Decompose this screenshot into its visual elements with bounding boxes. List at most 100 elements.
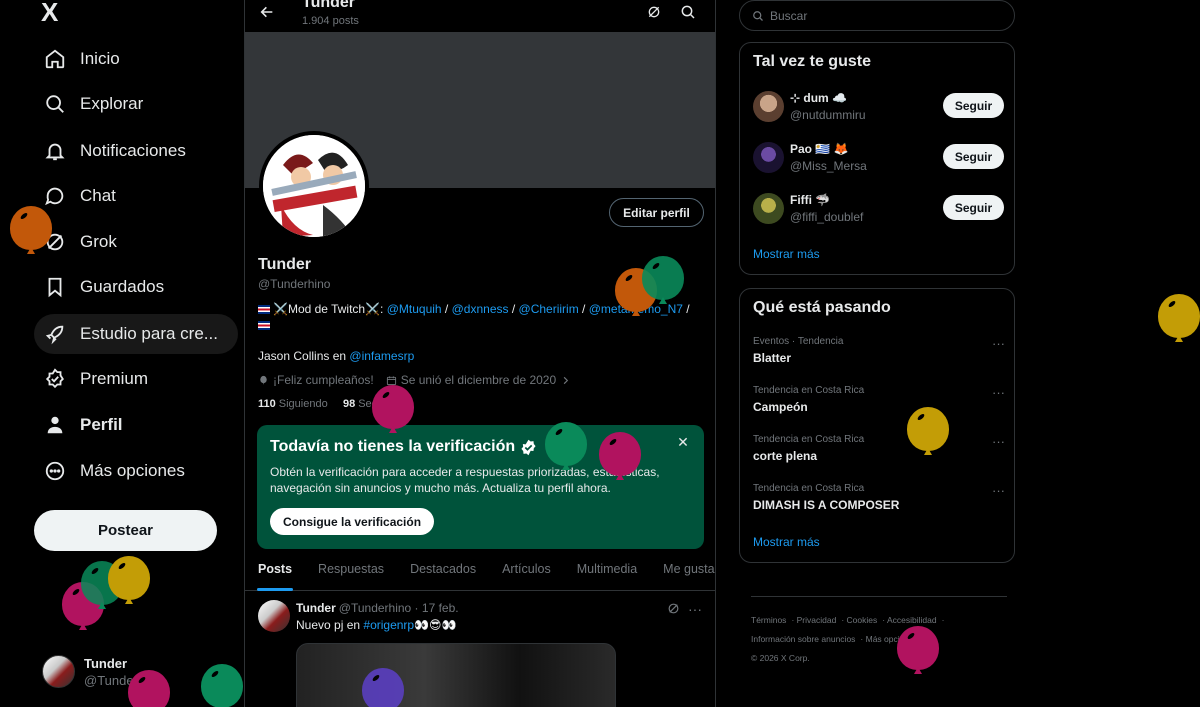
page-title: Tunder [302, 0, 356, 11]
calendar-icon [386, 375, 396, 385]
balloon-icon [260, 375, 267, 385]
joined-item[interactable]: Se unió el diciembre de 2020 [386, 373, 575, 387]
more-icon[interactable]: ··· [992, 434, 1005, 449]
trend-name: DIMASH IS A COMPOSER [753, 498, 900, 512]
verification-title-text: Todavía no tienes la verificación [270, 438, 516, 455]
grok-icon[interactable] [646, 4, 662, 20]
nav-home[interactable]: Inicio [34, 39, 238, 79]
trend-name: corte plena [753, 449, 818, 463]
nav-notifications[interactable]: Notificaciones [34, 131, 238, 171]
bio-link[interactable]: @Cheriirim [519, 302, 579, 316]
hashtag-link[interactable]: #origenrp [363, 618, 414, 632]
post-media[interactable] [296, 643, 616, 707]
verified-badge-icon [521, 439, 536, 455]
nav-chat[interactable]: Chat [34, 176, 238, 216]
person-icon [44, 414, 66, 436]
suggestion-handle: @fiffi_doublef [790, 210, 864, 224]
post-text: Nuevo pj en #origenrp👀😎👀 [296, 618, 457, 632]
suggestion-item[interactable]: Fiffi 🦈 @fiffi_doublef Seguir [753, 191, 1004, 227]
balloon-decoration [372, 385, 414, 433]
tab-articles[interactable]: Artículos [489, 551, 564, 591]
balloon-decoration [10, 206, 52, 254]
balloon-decoration [642, 256, 684, 304]
footer-link[interactable]: Información sobre anuncios [751, 634, 855, 644]
bio-separator: / [682, 302, 690, 316]
search-icon[interactable] [680, 4, 696, 20]
x-logo-icon[interactable]: X [41, 0, 67, 26]
footer-link[interactable]: Privacidad [797, 615, 837, 625]
search-input[interactable] [770, 8, 1000, 23]
nav-grok[interactable]: Grok [34, 222, 238, 262]
post-button[interactable]: Postear [34, 510, 217, 551]
tab-posts[interactable]: Posts [245, 551, 305, 591]
close-icon[interactable]: ✕ [676, 435, 690, 449]
back-arrow-icon[interactable] [259, 4, 275, 20]
nav-label: Chat [80, 186, 116, 205]
profile-avatar[interactable] [259, 131, 369, 241]
copyright: © 2026 X Corp. [751, 653, 810, 663]
search-box[interactable] [739, 0, 1015, 31]
footer-link[interactable]: Accesibilidad [887, 615, 937, 625]
bio-separator: / [508, 302, 519, 316]
birthday-text: ¡Feliz cumpleaños! [273, 373, 374, 387]
footer-link[interactable]: Términos [751, 615, 786, 625]
trend-category: Tendencia en Costa Rica [753, 483, 865, 494]
post-author[interactable]: Tunder [296, 601, 336, 615]
avatar[interactable] [258, 600, 290, 632]
follow-button[interactable]: Seguir [943, 93, 1004, 118]
footer-link[interactable]: Cookies [847, 615, 878, 625]
avatar [753, 142, 784, 173]
tab-likes[interactable]: Me gusta [650, 551, 715, 591]
nav-label: Perfil [80, 415, 123, 434]
nav-bookmarks[interactable]: Guardados [34, 267, 238, 307]
suggestion-item[interactable]: Pao 🇺🇾 🦊 @Miss_Mersa Seguir [753, 140, 1004, 176]
tab-media[interactable]: Multimedia [564, 551, 650, 591]
show-more-link[interactable]: Mostrar más [753, 535, 820, 549]
premium-icon [44, 368, 66, 390]
profile-name: Tunder [258, 256, 312, 273]
trend-item[interactable]: Tendencia en Costa Rica DIMASH IS A COMP… [753, 483, 1005, 523]
show-more-link[interactable]: Mostrar más [753, 247, 820, 261]
bio-link[interactable]: @dxnness [452, 302, 509, 316]
suggestion-item[interactable]: ⊹ dum ☁️ @nutdummiru Seguir [753, 89, 1004, 125]
more-icon[interactable]: ··· [992, 483, 1005, 498]
balloon-decoration [201, 664, 243, 707]
more-icon[interactable]: ··· [688, 601, 702, 617]
balloon-decoration [599, 432, 641, 480]
bio-link[interactable]: @infamesrp [349, 349, 414, 363]
more-icon[interactable]: ··· [992, 336, 1005, 351]
tab-replies[interactable]: Respuestas [305, 551, 397, 591]
balloon-decoration [362, 668, 404, 707]
follow-button[interactable]: Seguir [943, 144, 1004, 169]
grok-icon[interactable] [667, 602, 680, 615]
following-link[interactable]: 110 Siguiendo [258, 398, 328, 410]
costa-rica-flag-icon [258, 305, 270, 314]
nav-explore[interactable]: Explorar [34, 84, 238, 124]
post-header: Tunder @Tunderhino · 17 feb. [296, 601, 459, 615]
panel-title: Tal vez te guste [753, 53, 871, 70]
trend-item[interactable]: Tendencia en Costa Rica corte plena ··· [753, 434, 1005, 474]
chevron-right-icon [563, 376, 569, 384]
nav-more-options[interactable]: Más opciones [34, 451, 238, 491]
post-item[interactable]: Tunder @Tunderhino · 17 feb. ··· Nuevo pj… [245, 592, 715, 707]
nav-profile[interactable]: Perfil [34, 405, 238, 445]
bio-separator: / [578, 302, 589, 316]
bio-link[interactable]: @Mtuquih [387, 302, 442, 316]
balloon-decoration [907, 407, 949, 455]
balloon-decoration [108, 556, 150, 604]
nav-label: Grok [80, 232, 117, 251]
tab-highlights[interactable]: Destacados [397, 551, 489, 591]
edit-profile-button[interactable]: Editar perfil [609, 198, 704, 227]
trend-item[interactable]: Tendencia en Costa Rica Campeón ··· [753, 385, 1005, 425]
get-verified-button[interactable]: Consigue la verificación [270, 508, 435, 535]
nav-premium[interactable]: Premium [34, 359, 238, 399]
nav-creator-studio[interactable]: Estudio para cre... [34, 314, 238, 354]
bookmark-icon [44, 276, 66, 298]
birthday-item: ¡Feliz cumpleaños! [258, 373, 374, 387]
post-meta: @Tunderhino · 17 feb. [338, 601, 459, 615]
panel-title: Qué está pasando [753, 299, 891, 316]
post-text-content: Nuevo pj en [296, 618, 361, 632]
follow-button[interactable]: Seguir [943, 195, 1004, 220]
more-icon[interactable]: ··· [992, 385, 1005, 400]
trend-item[interactable]: Eventos · Tendencia Blatter ··· [753, 336, 1005, 376]
